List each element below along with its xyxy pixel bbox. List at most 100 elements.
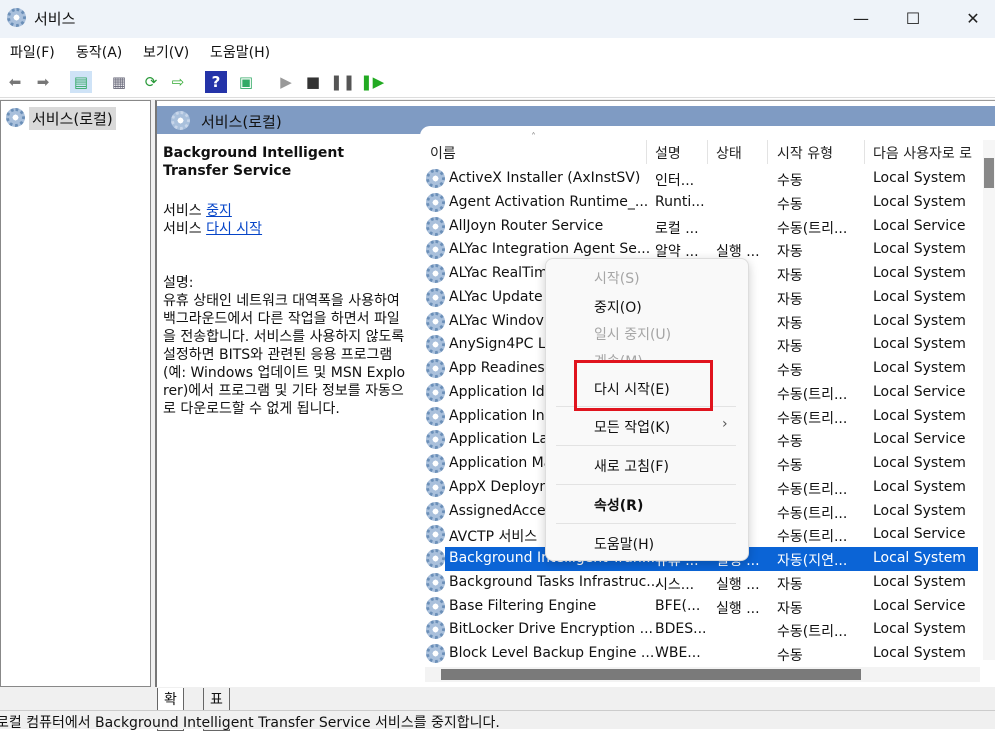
column-divider[interactable] [767,140,768,164]
column-header-status[interactable]: 상태 [716,143,742,163]
resume-icon[interactable]: ❚▶ [360,71,384,93]
service-gear-icon [426,430,445,450]
column-header-name[interactable]: 이름 [430,143,456,163]
restart-service-link[interactable]: 다시 시작 [206,221,262,237]
menu-view[interactable]: 보기(V) [143,42,189,62]
help-icon[interactable]: ? [205,71,227,93]
column-header-logon-as[interactable]: 다음 사용자로 로 [873,143,981,163]
close-button[interactable]: ✕ [950,6,995,32]
table-row[interactable]: AllJoyn Router Service 로컬 ... 수동(트리... Loca… [420,215,983,239]
sort-ascending-icon: ˄ [531,132,536,143]
service-name: ALYac Update [449,288,543,305]
menu-item-all-tasks[interactable]: 모든 작업(K) [594,417,670,437]
description-label: 설명: [163,275,194,291]
tree-item-services-local[interactable]: 서비스(로컬) [29,107,116,130]
service-gear-icon [426,572,445,592]
menu-item-help[interactable]: 도움말(H) [594,534,654,554]
description-pane: Background Intelligent Transfer Service … [163,144,413,418]
table-row[interactable]: Block Level Backup Engine ... WBE... 수동 Loc… [420,642,983,666]
menu-item-pause[interactable]: 일시 중지(U) [594,324,671,344]
menu-action[interactable]: 동작(A) [76,42,122,62]
service-name: ALYac Windov [449,312,544,329]
start-icon[interactable]: ▶ [275,71,297,93]
export-icon[interactable]: ⇨ [167,71,189,93]
service-gear-icon [426,644,445,663]
service-status: 실행 ... [716,600,760,617]
menu-help[interactable]: 도움말(H) [210,42,270,62]
table-row[interactable]: ActiveX Installer (AxInstSV) 인터... 수동 Local… [420,167,983,191]
service-gear-icon [426,620,445,640]
service-name: App Readiness [449,360,552,376]
menu-item-stop[interactable]: 중지(O) [594,297,642,317]
service-name: Application La [449,431,549,448]
service-logon: Local System [873,407,966,424]
service-description: WBE... [655,645,701,661]
properties-icon[interactable]: ▦ [108,71,130,93]
service-startup-type: 자동 [777,600,803,617]
service-name: Application Int [449,407,551,424]
service-logon: Local System [873,621,966,638]
console-tree: 서비스(로컬) [0,100,151,687]
service-logon: Local Service [873,383,966,400]
stop-icon[interactable]: ■ [302,71,324,93]
service-gear-icon [426,525,445,545]
refresh-icon[interactable]: ⟳ [140,71,162,93]
service-logon: Local System [873,193,966,210]
service-logon: Local Service [873,431,966,448]
table-row[interactable]: Agent Activation Runtime_... Runti... 수동 Lo… [420,191,983,215]
column-header-description[interactable]: 설명 [655,143,681,163]
menu-file[interactable]: 파일(F) [10,42,55,62]
service-logon: Local System [873,502,966,519]
service-gear-icon [426,596,445,616]
service-logon: Local System [873,550,966,566]
column-divider[interactable] [646,140,647,164]
service-startup-type: 수동(트리... [777,386,848,403]
service-startup-type: 자동 [777,244,803,261]
service-logon: Local Service [873,526,966,543]
service-gear-icon [426,382,445,402]
menu-item-refresh[interactable]: 새로 고침(F) [594,456,669,476]
horizontal-scroll-thumb[interactable] [441,669,861,680]
service-logon: Local System [873,645,966,661]
vertical-scroll-thumb[interactable] [984,158,994,188]
service-gear-icon [426,359,445,378]
service-logon: Local System [873,360,966,376]
show-pane-icon[interactable]: ▣ [235,71,257,93]
pause-icon[interactable]: ❚❚ [330,71,355,93]
service-logon: Local System [873,265,966,281]
back-icon[interactable]: ⬅ [4,71,26,93]
service-gear-icon [426,264,445,283]
forward-icon[interactable]: ➡ [32,71,54,93]
table-row[interactable]: Background Tasks Infrastruc... 시스... 실행 ..… [420,571,983,595]
menu-bar: 파일(F) 동작(A) 보기(V) 도움말(H) [0,38,995,64]
menu-item-properties[interactable]: 속성(R) [594,495,643,515]
console-tree-icon[interactable]: ▤ [70,71,92,93]
service-description: 인터... [655,173,695,189]
services-app-icon [7,8,26,27]
service-name: AppX Deployn [449,478,549,495]
minimize-button[interactable]: — [838,6,884,32]
service-logon: Local System [873,573,966,590]
menu-item-start[interactable]: 시작(S) [594,268,640,288]
service-gear-icon [426,501,445,521]
restart-prefix: 서비스 [163,221,202,237]
service-gear-icon [426,169,445,188]
stop-service-link[interactable]: 중지 [206,203,232,219]
service-logon: Local System [873,312,966,329]
table-row[interactable]: Base Filtering Engine BFE(... 실행 ... 자동 Loca… [420,595,983,619]
service-gear-icon [426,549,445,568]
service-name: Application Ma [449,455,553,471]
table-row[interactable]: BitLocker Drive Encryption ... BDES... 수동(… [420,618,983,642]
column-divider[interactable] [707,140,708,164]
service-startup-type: 수동 [777,648,803,664]
column-header-startup-type[interactable]: 시작 유형 [777,143,833,163]
highlight-box [574,360,713,411]
service-name: AllJoyn Router Service [449,217,604,234]
vertical-scrollbar[interactable] [983,140,995,660]
column-divider[interactable] [864,140,865,164]
panel-title: 서비스(로컬) [201,113,282,131]
maximize-button[interactable]: ☐ [890,6,936,32]
status-text: 로컬 컴퓨터에서 Background Intelligent Transfer… [0,715,500,731]
service-status: 실행 ... [716,576,760,593]
service-startup-type: 수동(트리... [777,624,848,641]
